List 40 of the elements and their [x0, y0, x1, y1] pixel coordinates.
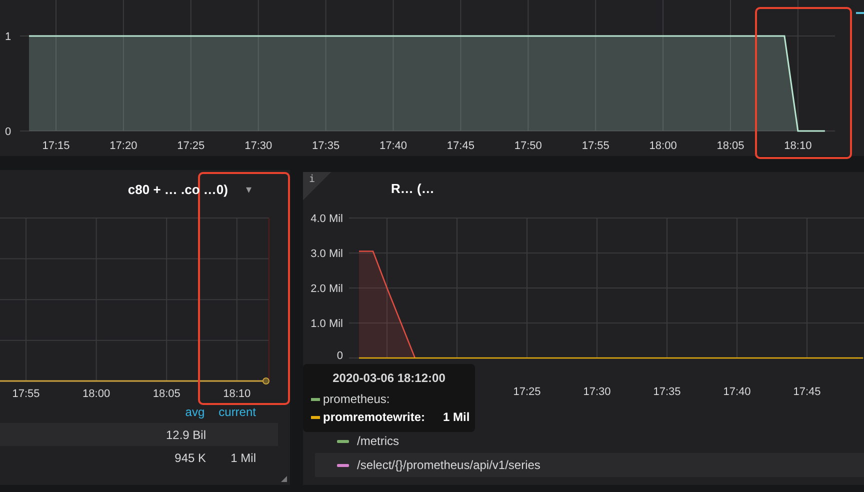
axis-label: 17:15 — [42, 140, 70, 152]
axis-label: 17:50 — [514, 140, 542, 152]
series-value: 1 Mil — [443, 410, 470, 424]
axis-label: 1 — [4, 31, 12, 43]
info-corner[interactable]: i — [303, 172, 331, 200]
panel-title[interactable]: R… (… — [391, 181, 434, 196]
axis-label: 3.0 Mil — [310, 248, 343, 260]
axis-label: 0 — [4, 126, 12, 138]
legend-label[interactable]: /select/{}/prometheus/api/v1/series — [357, 458, 540, 472]
legend-label[interactable]: /metrics — [357, 434, 399, 448]
axis-label: 17:20 — [110, 140, 138, 152]
axis-label: 17:25 — [177, 140, 205, 152]
axis-label: 17:30 — [583, 386, 611, 398]
chart-drawing: 17:55 18:00 18:05 18:10 — [0, 208, 290, 400]
axis-label: 4.0 Mil — [310, 213, 343, 225]
legend-value: 1 Mil — [230, 450, 256, 464]
axis-label: 2.0 Mil — [310, 283, 343, 295]
axis-label: 18:10 — [784, 140, 812, 152]
axis-label: 18:05 — [716, 140, 744, 152]
axis-label: 0 — [336, 350, 343, 362]
axis-label: 17:25 — [513, 386, 541, 398]
series-name: prometheus: — [323, 392, 390, 406]
legend-column-header[interactable]: current — [218, 404, 256, 418]
axis-label: 17:40 — [723, 386, 751, 398]
series-name: promremotewrite: — [323, 410, 426, 424]
axis-label: 17:45 — [446, 140, 474, 152]
legend-value: 945 K — [174, 450, 206, 464]
axis-label: 17:30 — [244, 140, 272, 152]
axis-label: 1.0 Mil — [310, 318, 343, 330]
axis-label: 17:40 — [379, 140, 408, 152]
resize-handle-icon[interactable] — [281, 476, 287, 482]
axis-label: 17:55 — [582, 140, 610, 152]
axis-label: 17:35 — [653, 386, 681, 398]
tooltip-time: 2020-03-06 18:12:00 — [332, 371, 446, 385]
legend-column-header[interactable]: avg — [168, 404, 205, 418]
axis-label: 18:00 — [649, 140, 677, 152]
legend-value: 12.9 Bil — [166, 428, 206, 442]
axis-label: 17:35 — [312, 140, 340, 152]
axis-label: 17:45 — [793, 386, 821, 398]
caret-icon[interactable]: ▾ — [246, 182, 252, 196]
